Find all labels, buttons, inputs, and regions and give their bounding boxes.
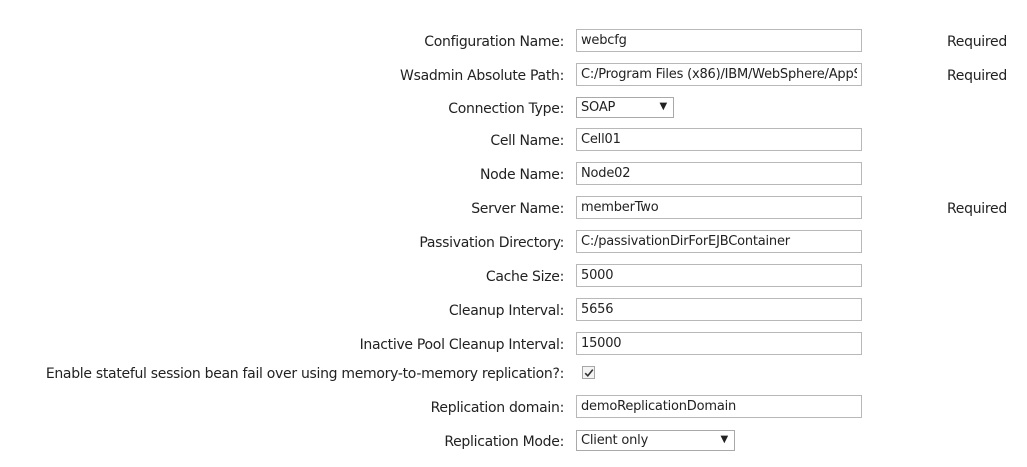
ejb-container-config-form: Configuration Name: Required Wsadmin Abs… xyxy=(0,0,1027,467)
cleanup-interval-input[interactable] xyxy=(576,298,862,321)
cache-size-label: Cache Size: xyxy=(485,269,564,285)
row-replication-mode: Replication Mode: Client only ▼ xyxy=(0,426,1027,460)
enable-failover-label: Enable stateful session bean fail over u… xyxy=(45,366,564,382)
row-configuration-name: Configuration Name: Required xyxy=(0,26,1027,60)
server-name-input[interactable] xyxy=(576,196,862,219)
configuration-name-required: Required xyxy=(947,34,1007,50)
row-server-name: Server Name: Required xyxy=(0,193,1027,227)
chevron-down-icon: ▼ xyxy=(659,101,668,112)
node-name-label: Node Name: xyxy=(479,167,564,183)
checkmark-icon xyxy=(584,369,594,377)
cell-name-label: Cell Name: xyxy=(490,133,564,149)
replication-domain-label: Replication domain: xyxy=(430,400,565,416)
row-replication-domain: Replication domain: xyxy=(0,392,1027,426)
row-passivation-directory: Passivation Directory: xyxy=(0,227,1027,261)
cache-size-input[interactable] xyxy=(576,264,862,287)
replication-domain-input[interactable] xyxy=(576,395,862,418)
connection-type-select[interactable]: SOAP ▼ xyxy=(576,97,674,118)
row-connection-type: Connection Type: SOAP ▼ xyxy=(0,93,1027,127)
server-name-label: Server Name: xyxy=(471,201,564,217)
wsadmin-path-label: Wsadmin Absolute Path: xyxy=(400,68,564,84)
cleanup-interval-label: Cleanup Interval: xyxy=(448,303,564,319)
connection-type-label: Connection Type: xyxy=(448,101,564,117)
node-name-input[interactable] xyxy=(576,162,862,185)
row-wsadmin-path: Wsadmin Absolute Path: Required xyxy=(0,60,1027,94)
row-cell-name: Cell Name: xyxy=(0,125,1027,159)
configuration-name-input[interactable] xyxy=(576,29,862,52)
wsadmin-path-required: Required xyxy=(947,68,1007,84)
wsadmin-path-input[interactable] xyxy=(576,63,862,86)
inactive-pool-cleanup-interval-label: Inactive Pool Cleanup Interval: xyxy=(359,337,565,353)
replication-mode-select[interactable]: Client only ▼ xyxy=(576,430,735,451)
chevron-down-icon: ▼ xyxy=(720,434,729,445)
row-cleanup-interval: Cleanup Interval: xyxy=(0,295,1027,329)
passivation-directory-input[interactable] xyxy=(576,230,862,253)
configuration-name-label: Configuration Name: xyxy=(424,34,564,50)
connection-type-value: SOAP xyxy=(581,100,616,115)
passivation-directory-label: Passivation Directory: xyxy=(419,235,564,251)
replication-mode-label: Replication Mode: xyxy=(444,434,564,450)
enable-failover-checkbox[interactable] xyxy=(582,366,595,379)
row-cache-size: Cache Size: xyxy=(0,261,1027,295)
server-name-required: Required xyxy=(947,201,1007,217)
replication-mode-value: Client only xyxy=(581,433,649,448)
row-node-name: Node Name: xyxy=(0,159,1027,193)
inactive-pool-cleanup-interval-input[interactable] xyxy=(576,332,862,355)
row-enable-failover: Enable stateful session bean fail over u… xyxy=(0,358,1027,392)
cell-name-input[interactable] xyxy=(576,128,862,151)
